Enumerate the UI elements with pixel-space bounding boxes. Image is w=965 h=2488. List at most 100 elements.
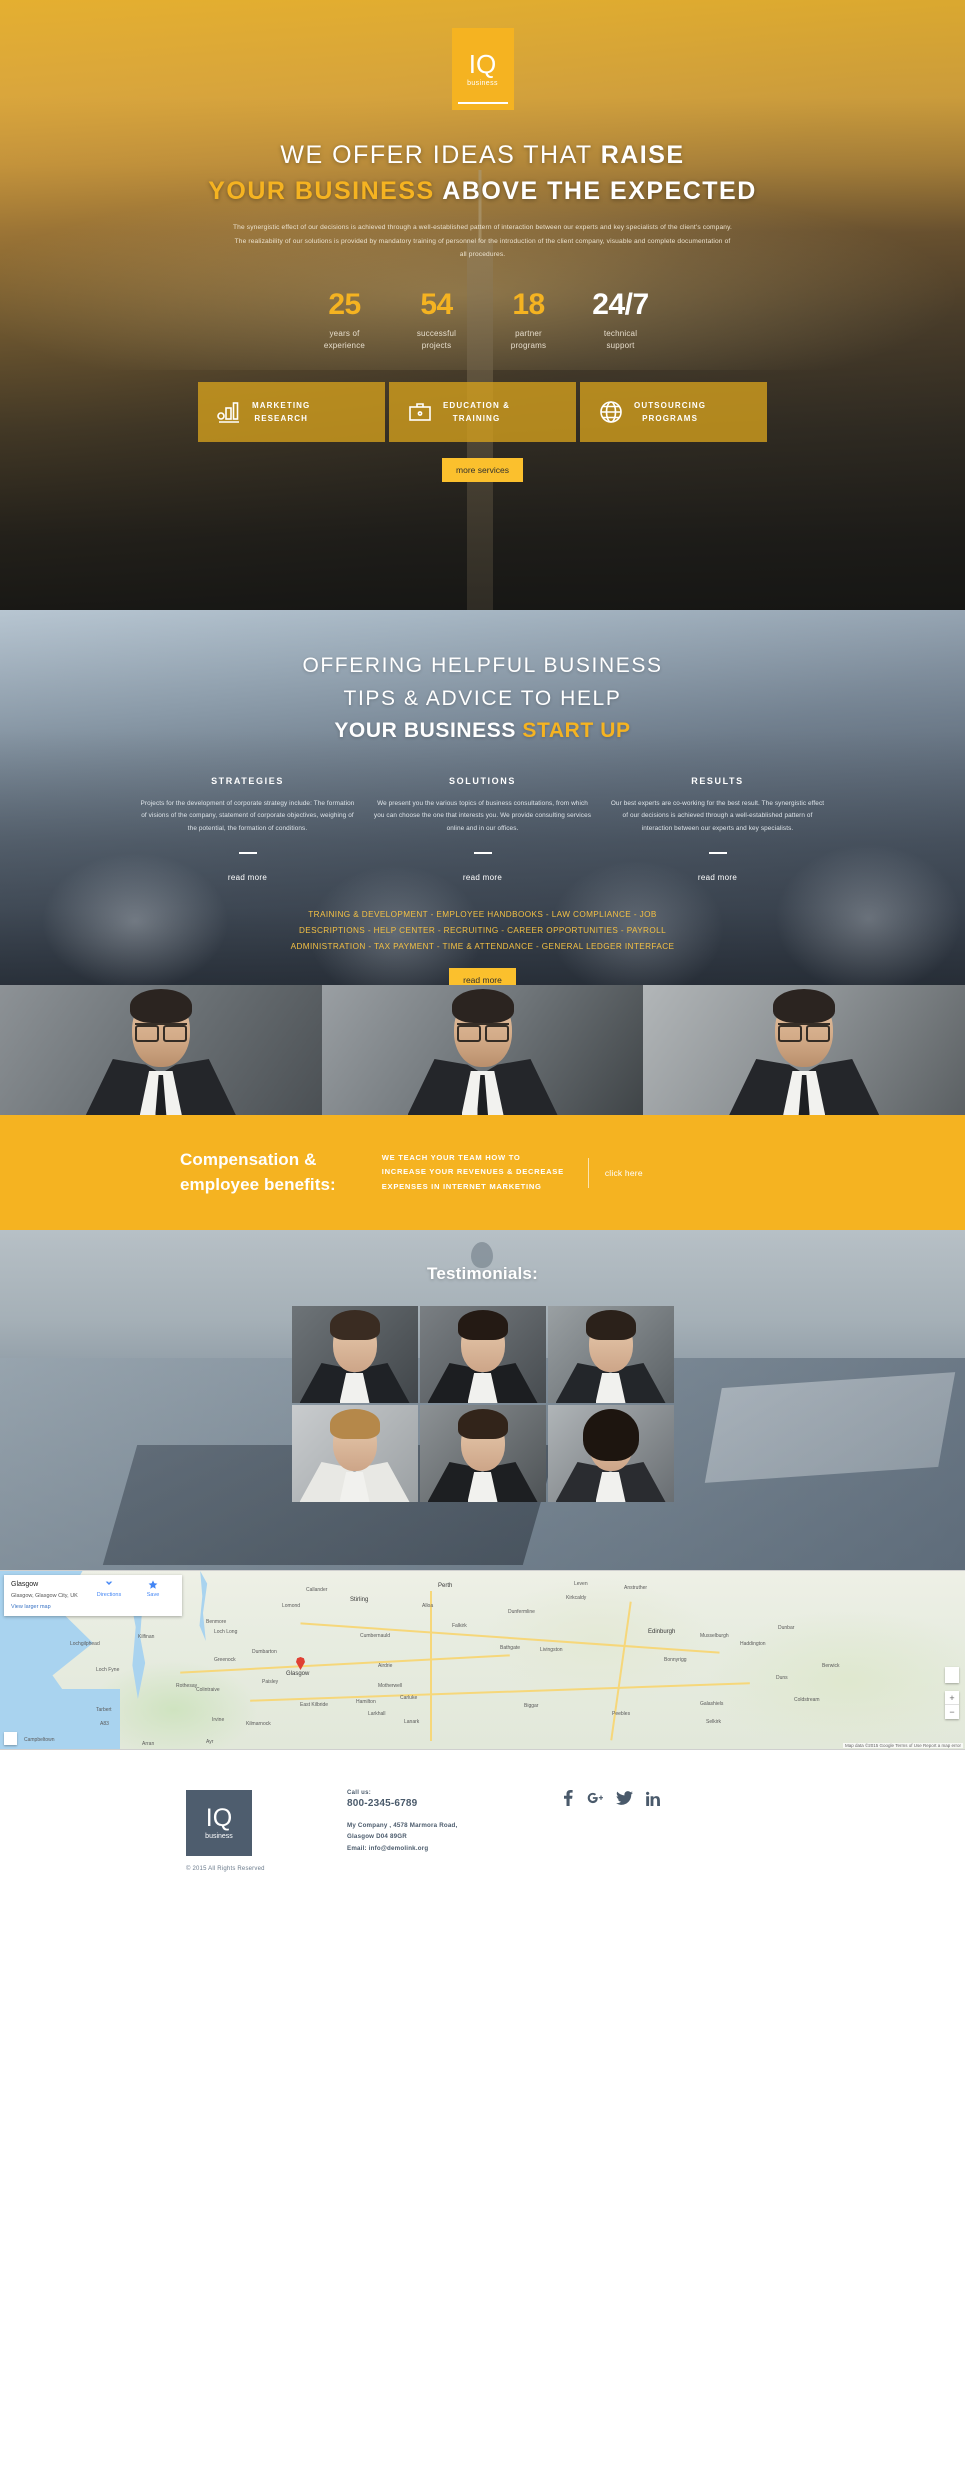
map-place-label: Perth xyxy=(438,1583,453,1589)
map-place-label: Carluke xyxy=(400,1695,418,1701)
testimonial-photo-4[interactable] xyxy=(291,1405,418,1502)
service-button-marketing-research[interactable]: MARKETING RESEARCH xyxy=(198,382,385,443)
column-title: SOLUTIONS xyxy=(449,775,516,786)
divider xyxy=(708,852,727,855)
hair xyxy=(585,1310,636,1340)
testimonial-photo-2[interactable] xyxy=(419,1306,546,1403)
google-plus-icon[interactable] xyxy=(587,1790,604,1806)
address-line-2: Glasgow D04 89GR xyxy=(347,1833,407,1841)
read-more-button[interactable]: read more xyxy=(449,968,516,985)
hair xyxy=(329,1310,380,1340)
column-title: STRATEGIES xyxy=(211,775,284,786)
site-logo[interactable]: IQ business xyxy=(451,28,514,110)
map-place-label: Stirling xyxy=(350,1597,369,1603)
tips-headline-line3-bold: YOUR BUSINESS xyxy=(334,719,523,743)
map-attribution: Map data ©2015 Google Terms of Use Repor… xyxy=(842,1743,963,1748)
testimonial-photo-3[interactable] xyxy=(547,1306,674,1403)
map-place-label: Peebles xyxy=(612,1711,631,1717)
hero-headline: WE OFFER IDEAS THAT RAISE YOUR BUSINESS … xyxy=(0,138,965,209)
stat-counter: 54 successful projects xyxy=(391,287,483,353)
service-button-label: EDUCATION & TRAINING xyxy=(443,401,511,424)
banner-subtitle-line3: EXPENSES IN INTERNET MARKETING xyxy=(381,1181,542,1191)
testimonials-grid xyxy=(291,1306,674,1502)
read-more-link[interactable]: read more xyxy=(698,873,737,882)
keyword-list: TRAINING & DEVELOPMENT - EMPLOYEE HANDBO… xyxy=(0,907,965,955)
phone-number[interactable]: 800-2345-6789 xyxy=(347,1798,457,1809)
testimonial-photo-6[interactable] xyxy=(547,1405,674,1502)
tips-column-results: RESULTS Our best experts are co-working … xyxy=(600,776,835,885)
map-place-label: Cumbernauld xyxy=(360,1633,391,1639)
service-button-label: MARKETING RESEARCH xyxy=(252,401,311,424)
location-map[interactable]: Kilfinan Colintraive Benmore Lomond Paisley G… xyxy=(0,1570,965,1750)
address-line-3[interactable]: Email: info@demolink.org xyxy=(347,1843,457,1854)
map-place-label: Edinburgh xyxy=(648,1629,676,1635)
more-services-button[interactable]: more services xyxy=(442,458,523,483)
map-place-label: Coldstream xyxy=(794,1697,820,1703)
service-button-education-training[interactable]: EDUCATION & TRAINING xyxy=(389,382,576,443)
glasses-icon xyxy=(778,1023,831,1042)
directions-label: Directions xyxy=(96,1592,122,1598)
read-more-link[interactable]: read more xyxy=(228,873,267,882)
map-place-label: Paisley xyxy=(262,1679,279,1685)
keyword-line: ADMINISTRATION - TAX PAYMENT - TIME & AT… xyxy=(290,942,675,952)
map-place-label: Galashiels xyxy=(700,1701,724,1707)
testimonial-photo-1[interactable] xyxy=(291,1306,418,1403)
view-larger-map-link[interactable]: View larger map xyxy=(11,1603,87,1611)
service-button-label: OUTSOURCING PROGRAMS xyxy=(634,401,707,424)
map-place-label: Tarbert xyxy=(96,1707,112,1713)
testimonial-photo-5[interactable] xyxy=(419,1405,546,1502)
map-place-label: Bathgate xyxy=(500,1645,521,1651)
tips-columns: STRATEGIES Projects for the development … xyxy=(0,776,965,885)
footer-logo[interactable]: IQ business xyxy=(186,1790,252,1856)
map-place-label: A83 xyxy=(100,1721,109,1727)
column-title: RESULTS xyxy=(691,775,744,786)
keyword-line: TRAINING & DEVELOPMENT - EMPLOYEE HANDBO… xyxy=(308,910,657,920)
divider xyxy=(238,852,257,855)
stat-number: 54 xyxy=(420,287,453,321)
hero-headline-line2-plain: ABOVE THE EXPECTED xyxy=(442,176,757,205)
save-label: Save xyxy=(146,1592,160,1598)
column-body: Our best experts are co-working for the … xyxy=(610,799,825,833)
banner-title-line2: employee benefits: xyxy=(180,1174,336,1194)
street-view-pegman[interactable] xyxy=(945,1667,959,1683)
map-place-label: Biggar xyxy=(524,1703,539,1709)
logo-subtitle: business xyxy=(467,80,498,87)
twitter-icon[interactable] xyxy=(616,1791,634,1805)
footer-logo-initials: IQ xyxy=(205,1804,233,1832)
statistics-row: 25 years of experience 54 successful pro… xyxy=(0,287,965,353)
map-place-label: Lanark xyxy=(404,1719,420,1725)
map-place-label: Ayr xyxy=(206,1739,214,1745)
map-place-label: Motherwell xyxy=(378,1683,403,1689)
linkedin-icon[interactable] xyxy=(646,1791,661,1806)
map-place-label: Glasgow xyxy=(286,1671,310,1677)
save-button[interactable]: Save xyxy=(131,1580,175,1599)
stat-counter: 24/7 technical support xyxy=(575,287,667,353)
service-button-outsourcing-programs[interactable]: OUTSOURCING PROGRAMS xyxy=(580,382,767,443)
service-buttons-row: MARKETING RESEARCH EDUCATION & TRAINING xyxy=(0,382,965,443)
compensation-banner: Compensation & employee benefits: WE TEA… xyxy=(0,1115,965,1230)
hair xyxy=(329,1409,380,1439)
site-footer: IQ business Call us: 800-2345-6789 My Co… xyxy=(0,1750,965,1948)
stat-counter: 25 years of experience xyxy=(299,289,391,353)
map-place-label: Haddington xyxy=(740,1641,766,1647)
map-place-label: Berwick xyxy=(822,1663,840,1669)
tips-headline-line1: OFFERING HELPFUL BUSINESS xyxy=(302,654,663,677)
map-place-label: Duns xyxy=(776,1675,788,1681)
map-zoom-controls[interactable]: + − xyxy=(945,1691,959,1719)
hero-headline-line1-plain: WE OFFER IDEAS THAT xyxy=(280,141,601,169)
map-place-label: Greenock xyxy=(214,1657,236,1663)
zoom-out-button[interactable]: − xyxy=(945,1705,959,1719)
stat-number: 18 xyxy=(512,287,545,321)
click-here-link[interactable]: click here xyxy=(605,1168,643,1178)
read-more-link[interactable]: read more xyxy=(463,873,502,882)
hero-section: IQ business WE OFFER IDEAS THAT RAISE YO… xyxy=(0,0,965,610)
stat-number: 24/7 xyxy=(592,287,649,321)
map-place-label: Airdrie xyxy=(378,1663,393,1669)
zoom-in-button[interactable]: + xyxy=(945,1691,959,1705)
directions-button[interactable]: Directions xyxy=(87,1580,131,1599)
fullscreen-button[interactable] xyxy=(4,1732,17,1745)
hair xyxy=(582,1409,639,1461)
map-place-label: Anstruther xyxy=(624,1585,648,1591)
facebook-icon[interactable] xyxy=(561,1790,574,1806)
map-place-label: Larkhall xyxy=(368,1711,386,1717)
